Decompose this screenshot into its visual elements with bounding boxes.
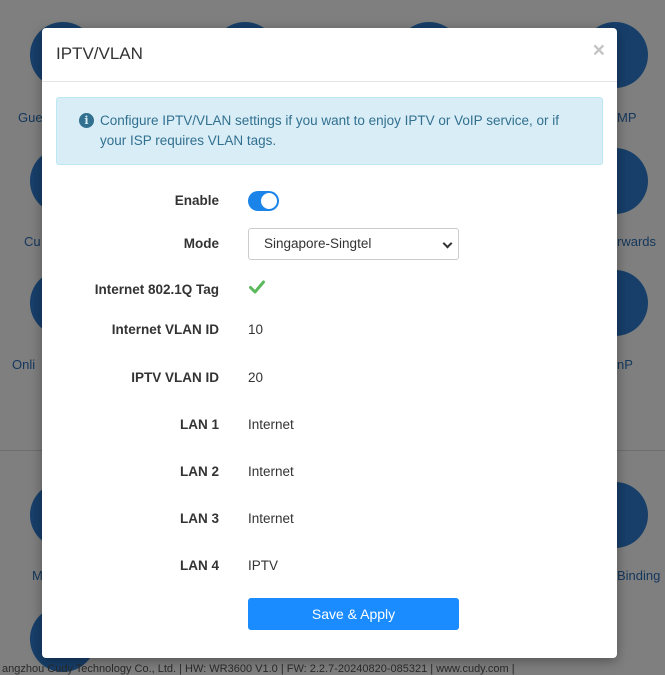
enable-row: Enable: [42, 186, 617, 216]
internet-tag-label: Internet 802.1Q Tag: [94, 282, 219, 297]
lan3-label: LAN 3: [179, 511, 219, 526]
alert-text: Configure IPTV/VLAN settings if you want…: [100, 113, 559, 148]
lan4-label: LAN 4: [179, 558, 219, 573]
dialog-title: IPTV/VLAN: [56, 44, 143, 63]
enable-toggle[interactable]: [248, 191, 279, 211]
iptv-vlan-row: IPTV VLAN ID 20: [42, 363, 617, 393]
lan3-row: LAN 3 Internet: [42, 504, 617, 534]
checkmark-icon[interactable]: [249, 280, 265, 294]
toggle-knob: [261, 193, 277, 209]
enable-label: Enable: [174, 193, 219, 208]
lan4-value: IPTV: [248, 558, 279, 573]
lan3-value: Internet: [248, 511, 294, 526]
iptv-vlan-value: 20: [248, 370, 264, 385]
info-alert: i Configure IPTV/VLAN settings if you wa…: [56, 97, 603, 165]
mode-select[interactable]: Singapore-Singtel: [248, 228, 459, 260]
lan4-row: LAN 4 IPTV: [42, 551, 617, 581]
mode-select-value: Singapore-Singtel: [264, 236, 372, 251]
iptv-vlan-label: IPTV VLAN ID: [131, 370, 219, 385]
lan2-row: LAN 2 Internet: [42, 457, 617, 487]
lan1-label: LAN 1: [179, 417, 219, 432]
lan1-row: LAN 1 Internet: [42, 410, 617, 440]
lan2-label: LAN 2: [179, 464, 219, 479]
mode-label: Mode: [183, 236, 219, 251]
info-icon: i: [79, 113, 94, 128]
lan2-value: Internet: [248, 464, 294, 479]
lan1-value: Internet: [248, 417, 294, 432]
iptv-vlan-dialog: IPTV/VLAN × i Configure IPTV/VLAN settin…: [42, 28, 617, 658]
save-apply-button[interactable]: Save & Apply: [248, 598, 459, 630]
internet-vlan-value: 10: [248, 322, 264, 337]
internet-vlan-row: Internet VLAN ID 10: [42, 315, 617, 345]
chevron-down-icon: [442, 238, 453, 249]
close-button[interactable]: ×: [593, 40, 605, 61]
internet-vlan-label: Internet VLAN ID: [111, 322, 219, 337]
internet-tag-row: Internet 802.1Q Tag: [42, 275, 617, 305]
mode-row: Mode Singapore-Singtel: [42, 228, 617, 260]
dialog-header: IPTV/VLAN ×: [42, 28, 617, 82]
